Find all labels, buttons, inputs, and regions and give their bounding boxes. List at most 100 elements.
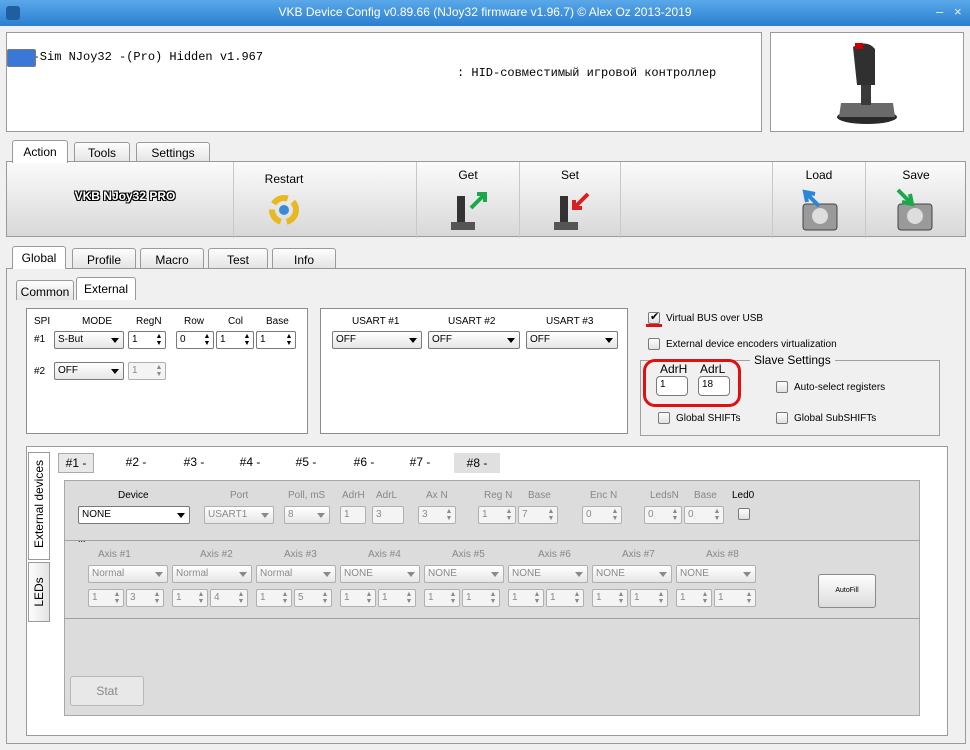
close-button[interactable]: × [954,4,962,19]
axis1-b-spin: 3 ▲ ▼ [126,589,164,607]
usart1-header: USART #1 [352,316,400,327]
disk-load-icon [802,189,838,231]
joystick-set-icon [554,192,590,230]
spi1-regn-spin[interactable]: 1 ▲ ▼ [128,331,166,349]
axis6-label: Axis #6 [538,549,571,560]
row-header: Row [184,316,205,327]
autofill-button[interactable]: AutoFill [818,574,876,608]
set-button[interactable]: Set [520,162,620,238]
spi1-col-spin[interactable]: 1 ▲ ▼ [216,331,254,349]
save-button[interactable]: Save [866,162,966,238]
device-row[interactable]: VKB-Sim NJoy32 -(Pro) Hidden v1.967 : HI… [7,33,761,80]
device-list[interactable]: VKB-Sim NJoy32 -(Pro) Hidden v1.967 : HI… [6,32,762,132]
axis3-a-spin: 1 ▲ ▼ [256,589,292,607]
tab-global[interactable]: Global [12,246,66,269]
dev-tab-2[interactable]: #2 - [116,455,156,469]
axis3-mode-select: Normal [256,565,336,583]
dev-tab-5[interactable]: #5 - [286,455,326,469]
usart2-header: USART #2 [448,316,496,327]
dev-tab-7[interactable]: #7 - [400,455,440,469]
dev-tab-1[interactable]: #1 - [58,453,94,473]
base2-spin: 0 ▲ ▼ [684,506,724,524]
ext-encoders-checkbox[interactable] [648,338,660,350]
axis6-a-spin: 1 ▲ ▼ [508,589,544,607]
global-subshifts-checkbox[interactable] [776,412,788,424]
dev-tab-4[interactable]: #4 - [230,455,270,469]
led0-header: Led0 [732,490,755,501]
regn-header: Reg N [484,490,513,501]
global-shifts-checkbox[interactable] [658,412,670,424]
annotation-box [643,359,741,407]
spi1-base-spin[interactable]: 1 ▲ ▼ [256,331,296,349]
axis1-mode-select: Normal [88,565,168,583]
window-title: VKB Device Config v0.89.66 (NJoy32 firmw… [278,5,692,19]
base2-header: Base [694,490,717,501]
spi-header: SPI [34,316,51,327]
device-select[interactable]: NONE [78,506,190,524]
axis7-b-spin: 1 ▲ ▼ [630,589,668,607]
tab-test[interactable]: Test [208,248,268,268]
encn-spin: 0 ▲ ▼ [582,506,622,524]
restart-button[interactable]: Restart [234,162,334,238]
spi1-label: #1 [34,334,46,345]
restart-label: Restart [264,172,304,186]
usart3-select[interactable]: OFF [526,331,618,349]
axis2-b-spin: 4 ▲ ▼ [210,589,248,607]
tab-macro[interactable]: Macro [140,248,204,268]
load-button[interactable]: Load [773,162,865,238]
virtual-bus-checkbox[interactable]: ✔ [648,311,660,324]
spi1-mode-select[interactable]: S-But [54,331,124,349]
adrh-header: AdrH [342,490,365,501]
dev-tab-3[interactable]: #3 - [174,455,214,469]
tab-action[interactable]: Action [12,140,68,163]
tab-settings[interactable]: Settings [136,142,210,162]
device-row-selected[interactable]: VKB-Sim KingCobra MkIII M Hidden v1.967 … [7,49,674,95]
axis1-a-spin: 1 ▲ ▼ [88,589,124,607]
ledsn-header: LedsN [650,490,679,501]
port-select: USART1 [204,506,274,524]
tab-leds[interactable]: LEDs [28,562,50,622]
axis3-b-spin: 5 ▲ ▼ [294,589,332,607]
title-bar: VKB Device Config v0.89.66 (NJoy32 firmw… [0,0,970,26]
divider [64,540,920,541]
device-model-label: VKB NJoy32 PRO [74,189,176,203]
col-header: Col [228,316,244,327]
tab-info[interactable]: Info [272,248,336,268]
load-label: Load [805,168,833,182]
dev-tab-6[interactable]: #6 - [344,455,384,469]
dev-tab-8[interactable]: #8 - [454,453,500,473]
tab-tools[interactable]: Tools [74,142,130,162]
tab-common[interactable]: Common [16,280,74,300]
tab-profile[interactable]: Profile [72,248,136,268]
adrh-field: 1 [340,506,366,524]
usart2-select[interactable]: OFF [428,331,520,349]
led0-checkbox[interactable] [738,508,750,520]
ext-encoders-label: External device encoders virtualization [666,339,837,350]
poll-header: Poll, mS [288,490,326,501]
spi1-row-spin[interactable]: 0 ▲ ▼ [176,331,214,349]
axis6-mode-select: NONE [508,565,588,583]
joystick-image [770,32,964,132]
auto-select-label: Auto-select registers [794,382,886,393]
ellipsis-label: ... [78,534,86,544]
global-subshifts-label: Global SubSHIFTs [794,413,877,424]
axis2-a-spin: 1 ▲ ▼ [172,589,208,607]
device-type: : HID-совместимый игровой контроллер [457,66,717,80]
tab-external[interactable]: External [76,277,136,300]
base-header: Base [266,316,289,327]
spi2-mode-select[interactable]: OFF [54,362,124,380]
adrl-field: 3 [372,506,404,524]
axis5-b-spin: 1 ▲ ▼ [462,589,500,607]
minimize-button[interactable]: – [936,4,943,19]
slave-settings-title: Slave Settings [750,353,835,367]
axis8-label: Axis #8 [706,549,739,560]
axis4-b-spin: 1 ▲ ▼ [378,589,416,607]
tab-external-devices[interactable]: External devices [28,452,50,560]
axis5-mode-select: NONE [424,565,504,583]
disk-save-icon [896,188,933,231]
get-button[interactable]: Get [417,162,519,238]
auto-select-checkbox[interactable] [776,381,788,393]
global-shifts-label: Global SHIFTs [676,413,741,424]
axis1-label: Axis #1 [98,549,131,560]
usart1-select[interactable]: OFF [332,331,422,349]
